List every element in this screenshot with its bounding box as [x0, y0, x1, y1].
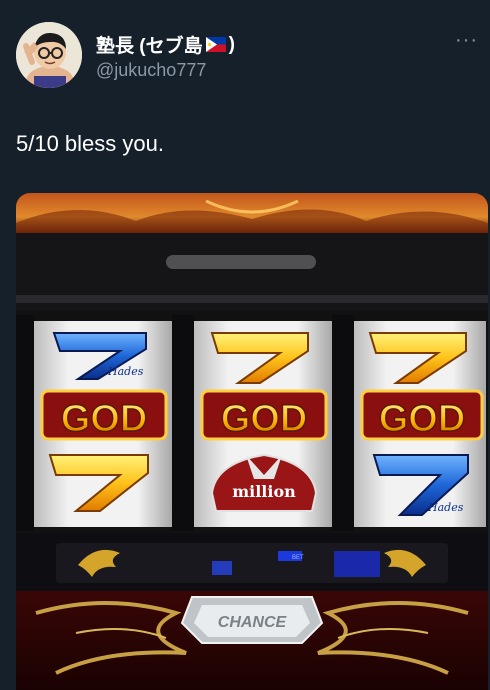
display-name[interactable]: 塾長 (セブ島 ) — [96, 31, 235, 58]
user-handle[interactable]: @jukucho777 — [96, 60, 206, 81]
right-reel-brand: Hades — [427, 501, 464, 514]
tweet-media-image[interactable]: Hades GOD GOD million GOD Hades BET CHAN… — [16, 193, 488, 690]
tweet-card[interactable]: 塾長 (セブ島 ) @jukucho777 ··· 5/10 bless you… — [0, 0, 490, 690]
center-reel-million: million — [232, 482, 296, 501]
chance-button-label: CHANCE — [218, 614, 288, 631]
philippines-flag-icon — [205, 37, 226, 52]
center-reel-god: GOD — [221, 398, 308, 440]
avatar[interactable] — [16, 22, 82, 88]
panel-text: BET — [292, 555, 304, 561]
right-reel-god: GOD — [379, 398, 466, 440]
chance-button: CHANCE — [180, 596, 324, 644]
more-dots-icon[interactable]: ··· — [455, 30, 478, 50]
left-reel-god: GOD — [61, 398, 148, 440]
display-name-text: 塾長 (セブ島 — [96, 36, 203, 57]
tweet-text: 5/10 bless you. — [16, 131, 164, 156]
left-reel-brand: Hades — [107, 365, 144, 378]
display-name-suffix: ) — [228, 33, 235, 55]
